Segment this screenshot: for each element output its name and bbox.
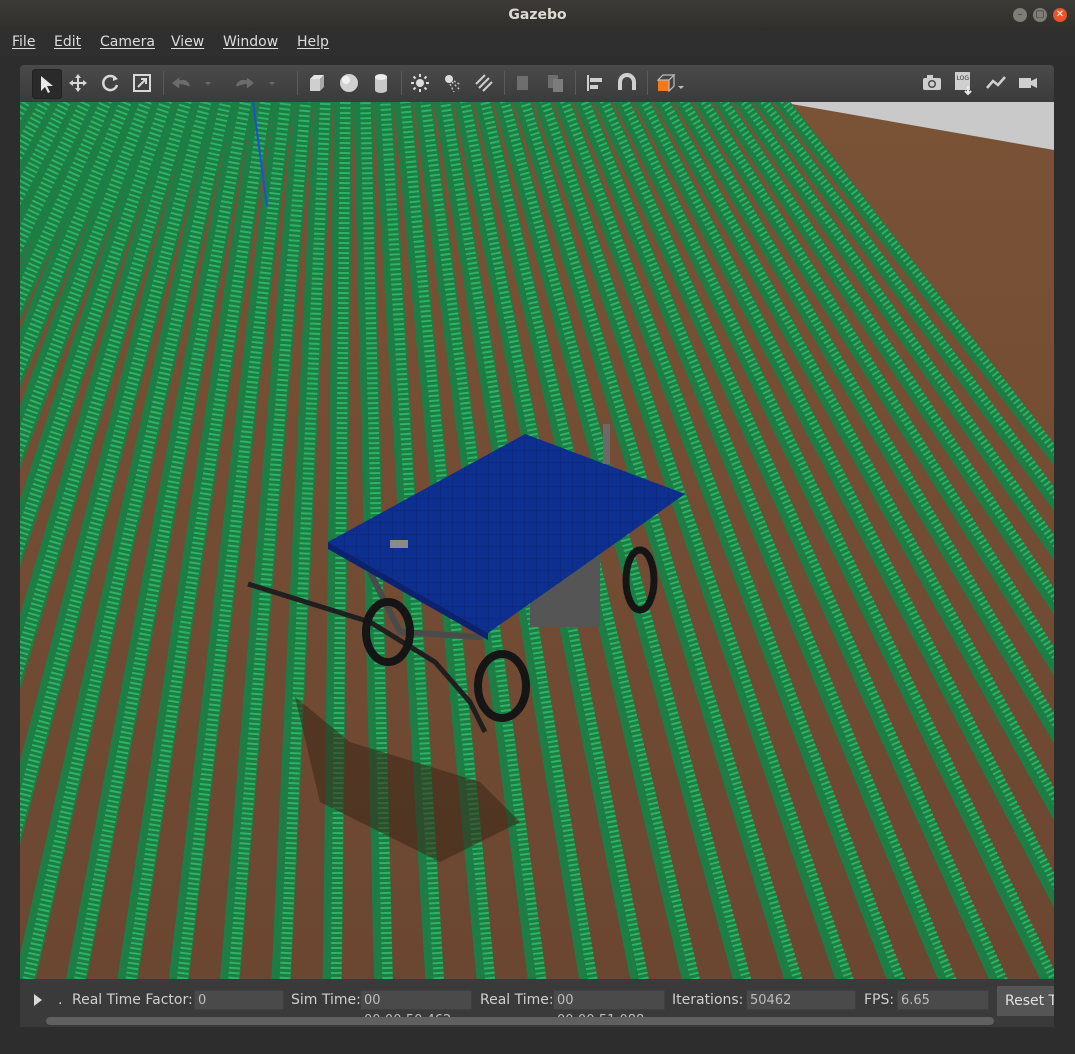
move-arrows-icon bbox=[69, 74, 87, 92]
real-time-factor-label: Real Time Factor: bbox=[72, 992, 193, 1008]
view-angle-button[interactable] bbox=[653, 69, 689, 97]
sim-time-label: Sim Time: bbox=[291, 992, 361, 1008]
scale-mode-button[interactable] bbox=[128, 69, 156, 97]
real-time-field: 00 00:00:51.088 bbox=[553, 990, 665, 1028]
redo-history-button[interactable] bbox=[264, 69, 280, 97]
svg-text:LOG: LOG bbox=[957, 75, 970, 82]
video-camera-icon bbox=[1019, 78, 1037, 88]
directional-light-icon bbox=[475, 74, 493, 92]
translate-mode-button[interactable] bbox=[64, 69, 92, 97]
point-light-icon bbox=[411, 74, 429, 92]
sphere-shape-button[interactable] bbox=[335, 69, 363, 97]
undo-icon bbox=[171, 77, 191, 89]
scrollbar-thumb[interactable] bbox=[46, 1017, 994, 1025]
cylinder-icon bbox=[375, 74, 387, 93]
maximize-button[interactable]: ▢ bbox=[1033, 8, 1047, 22]
plot-line-icon bbox=[986, 76, 1006, 89]
toolbar: LOG bbox=[20, 65, 1054, 102]
play-icon[interactable] bbox=[32, 992, 44, 1008]
menu-camera[interactable]: Camera bbox=[100, 34, 155, 50]
spot-light-icon bbox=[445, 75, 462, 93]
fps-field: 6.65 bbox=[897, 990, 989, 1010]
close-button[interactable]: ✕ bbox=[1053, 8, 1067, 22]
menu-window[interactable]: Window bbox=[223, 34, 278, 50]
box-shape-button[interactable] bbox=[303, 69, 331, 97]
video-record-button[interactable] bbox=[1014, 69, 1042, 97]
spot-light-button[interactable] bbox=[438, 69, 466, 97]
log-data-button[interactable]: LOG bbox=[950, 69, 978, 97]
camera-icon bbox=[923, 75, 941, 90]
simulation-scene[interactable] bbox=[20, 102, 1054, 979]
undo-button[interactable] bbox=[168, 69, 196, 97]
menu-bar: File Edit Camera View Window Help bbox=[0, 30, 1075, 56]
menu-view[interactable]: View bbox=[171, 34, 204, 50]
menu-file[interactable]: File bbox=[12, 34, 35, 50]
log-file-icon: LOG bbox=[955, 72, 972, 96]
copy-button[interactable] bbox=[509, 69, 537, 97]
real-time-factor-field: 0 bbox=[194, 990, 284, 1010]
align-button[interactable] bbox=[581, 69, 609, 97]
cylinder-shape-button[interactable] bbox=[367, 69, 395, 97]
rotate-icon bbox=[102, 74, 119, 92]
point-light-button[interactable] bbox=[406, 69, 434, 97]
snap-button[interactable] bbox=[613, 69, 641, 97]
status-bar: . Real Time Factor: 0 Sim Time: 00 00:00… bbox=[20, 981, 1054, 1028]
screenshot-button[interactable] bbox=[918, 69, 946, 97]
horizontal-scrollbar[interactable] bbox=[46, 1017, 994, 1025]
scale-icon bbox=[133, 74, 151, 92]
menu-edit[interactable]: Edit bbox=[54, 34, 81, 50]
fps-label: FPS: bbox=[864, 992, 895, 1008]
arrow-cursor-icon bbox=[41, 76, 53, 93]
reset-time-button[interactable]: Reset Time bbox=[997, 986, 1054, 1016]
box-icon bbox=[310, 75, 324, 91]
directional-light-button[interactable] bbox=[470, 69, 498, 97]
paste-icon bbox=[548, 75, 563, 92]
step-label[interactable]: . bbox=[58, 992, 62, 1008]
plot-button[interactable] bbox=[982, 69, 1010, 97]
menu-help[interactable]: Help bbox=[297, 34, 329, 50]
select-mode-button[interactable] bbox=[32, 69, 62, 99]
copy-icon bbox=[517, 76, 528, 90]
undo-history-button[interactable] bbox=[200, 69, 216, 97]
redo-icon bbox=[235, 77, 255, 89]
sensor-mast-left bbox=[390, 540, 408, 548]
redo-button[interactable] bbox=[230, 69, 258, 97]
minimize-button[interactable]: – bbox=[1013, 8, 1027, 22]
window-titlebar: Gazebo – ▢ ✕ bbox=[0, 0, 1075, 30]
sim-time-field: 00 00:00:50.462 bbox=[360, 990, 472, 1028]
window-title: Gazebo bbox=[508, 7, 567, 23]
align-icon bbox=[587, 75, 602, 91]
scene-viewport[interactable] bbox=[20, 102, 1054, 979]
iterations-field: 50462 bbox=[746, 990, 856, 1010]
rotate-mode-button[interactable] bbox=[96, 69, 124, 97]
magnet-icon bbox=[618, 73, 636, 90]
view-angle-cube-icon bbox=[656, 73, 684, 93]
sensor-mast-right bbox=[603, 424, 610, 464]
paste-button[interactable] bbox=[541, 69, 569, 97]
real-time-label: Real Time: bbox=[480, 992, 554, 1008]
sphere-icon bbox=[340, 74, 358, 92]
chevron-down-icon bbox=[205, 82, 211, 85]
iterations-label: Iterations: bbox=[672, 992, 744, 1008]
chevron-down-icon bbox=[269, 82, 275, 85]
